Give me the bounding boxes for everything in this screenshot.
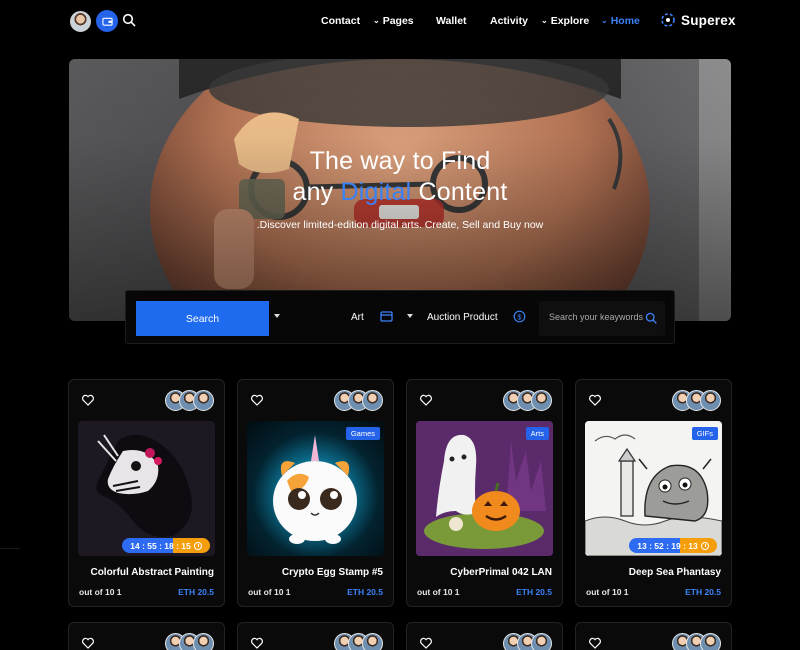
- nav-activity[interactable]: Activity: [490, 15, 528, 27]
- card-price: ETH 20.5: [516, 587, 552, 597]
- nav-wallet[interactable]: Wallet: [436, 15, 467, 27]
- unicorn-cat-artwork: [273, 435, 357, 544]
- card-supply: out of 10 1: [79, 587, 122, 597]
- nft-card[interactable]: [406, 622, 563, 650]
- owner-avatars: [672, 390, 722, 411]
- owner-avatars: [165, 390, 215, 411]
- keyword-search-field: [539, 301, 665, 336]
- owner-avatar[interactable]: [700, 633, 721, 650]
- owner-avatars: [165, 633, 215, 650]
- owner-avatars: [334, 633, 384, 650]
- owner-avatars: [672, 633, 722, 650]
- owner-avatar[interactable]: [193, 633, 214, 650]
- hero-subtitle: .Discover limited-edition digital arts. …: [256, 219, 544, 231]
- card-supply: out of 10 1: [586, 587, 629, 597]
- category-badge[interactable]: Arts: [525, 427, 549, 440]
- wallet-button[interactable]: [96, 10, 118, 32]
- nft-card[interactable]: [237, 622, 394, 650]
- browser-window-icon: [380, 311, 393, 322]
- brand-name: Superex: [681, 12, 736, 28]
- hero-title-line2: any Digital Content: [292, 178, 508, 206]
- heart-icon[interactable]: [250, 393, 264, 407]
- category-select[interactable]: Art: [351, 312, 364, 323]
- type-select[interactable]: Auction Product: [427, 312, 498, 323]
- chevron-down-icon: ⌄: [373, 16, 380, 25]
- caret-down-icon[interactable]: [407, 314, 413, 318]
- card-title[interactable]: Deep Sea Phantasy: [629, 567, 721, 578]
- owner-avatar[interactable]: [700, 390, 721, 411]
- category-badge[interactable]: GIFs: [691, 427, 718, 440]
- countdown-timer: 13 : 52 : 19 : 13: [629, 538, 717, 553]
- search-panel: Search Art Auction Product $: [125, 290, 675, 344]
- nft-card[interactable]: [575, 622, 732, 650]
- owner-avatar[interactable]: [362, 390, 383, 411]
- keyword-input[interactable]: [549, 312, 644, 322]
- nft-thumbnail[interactable]: Arts: [416, 421, 553, 556]
- nft-thumbnail[interactable]: GIFs 13 : 52 : 19 : 13: [585, 421, 722, 556]
- card-title[interactable]: Colorful Abstract Painting: [90, 567, 214, 578]
- heart-icon[interactable]: [588, 636, 602, 650]
- nav-home[interactable]: ⌄ Home: [601, 15, 640, 27]
- card-price: ETH 20.5: [347, 587, 383, 597]
- divider: [0, 548, 20, 549]
- owner-avatars: [503, 390, 553, 411]
- clock-icon: [700, 541, 709, 550]
- nft-card[interactable]: GIFs 13 : 52 : 19 : 13 Deep Sea Phantasy…: [575, 379, 732, 607]
- card-title[interactable]: CyberPrimal 042 LAN: [450, 567, 552, 578]
- heart-icon[interactable]: [81, 393, 95, 407]
- horse-skull-artwork: [96, 434, 192, 537]
- user-avatar[interactable]: [70, 11, 91, 32]
- owner-avatar[interactable]: [531, 633, 552, 650]
- heart-icon[interactable]: [250, 636, 264, 650]
- clock-icon: [193, 541, 202, 550]
- heart-icon[interactable]: [588, 393, 602, 407]
- owner-avatars: [503, 633, 553, 650]
- hero-title-line1: The way to Find: [309, 147, 491, 175]
- chevron-down-icon: ⌄: [541, 16, 548, 25]
- nav-pages[interactable]: ⌄ Pages: [373, 15, 414, 27]
- superex-logo-icon: [661, 13, 675, 27]
- sea-monster-sketch-artwork: [585, 421, 722, 556]
- svg-text:$: $: [517, 312, 522, 321]
- heart-icon[interactable]: [419, 636, 433, 650]
- card-title[interactable]: Crypto Egg Stamp #5: [282, 567, 383, 578]
- nft-card[interactable]: 14 : 55 : 18 : 15 Colorful Abstract Pain…: [68, 379, 225, 607]
- card-price: ETH 20.5: [178, 587, 214, 597]
- category-badge[interactable]: Games: [345, 427, 380, 440]
- card-supply: out of 10 1: [248, 587, 291, 597]
- dollar-circle-icon: $: [513, 310, 526, 323]
- nft-card[interactable]: Games Crypto Egg Stamp #5 out of 10 1 ET…: [237, 379, 394, 607]
- heart-icon[interactable]: [81, 636, 95, 650]
- owner-avatars: [334, 390, 384, 411]
- wallet-icon: [101, 17, 113, 26]
- nft-thumbnail[interactable]: 14 : 55 : 18 : 15: [78, 421, 215, 556]
- nav-contact[interactable]: Contact: [321, 15, 360, 27]
- search-button[interactable]: Search: [136, 301, 269, 336]
- brand-logo[interactable]: Superex: [660, 12, 736, 28]
- nav-explore[interactable]: ⌄ Explore: [541, 15, 589, 27]
- top-navigation-bar: Contact ⌄ Pages Wallet Activity ⌄ Explore …: [0, 0, 800, 44]
- hero-title-accent: Digital: [340, 178, 412, 206]
- heart-icon[interactable]: [419, 393, 433, 407]
- nft-card[interactable]: Arts CyberPrimal 042 LAN out of 10 1 ETH…: [406, 379, 563, 607]
- caret-down-icon[interactable]: [274, 314, 280, 318]
- chevron-down-icon: ⌄: [601, 16, 608, 25]
- search-icon[interactable]: [645, 312, 657, 324]
- search-icon[interactable]: [122, 13, 136, 27]
- countdown-timer: 14 : 55 : 18 : 15: [122, 538, 210, 553]
- card-price: ETH 20.5: [685, 587, 721, 597]
- owner-avatar[interactable]: [531, 390, 552, 411]
- nft-card[interactable]: [68, 622, 225, 650]
- ghost-pumpkin-artwork: [416, 421, 553, 556]
- nft-thumbnail[interactable]: Games: [247, 421, 384, 556]
- card-supply: out of 10 1: [417, 587, 460, 597]
- owner-avatar[interactable]: [193, 390, 214, 411]
- owner-avatar[interactable]: [362, 633, 383, 650]
